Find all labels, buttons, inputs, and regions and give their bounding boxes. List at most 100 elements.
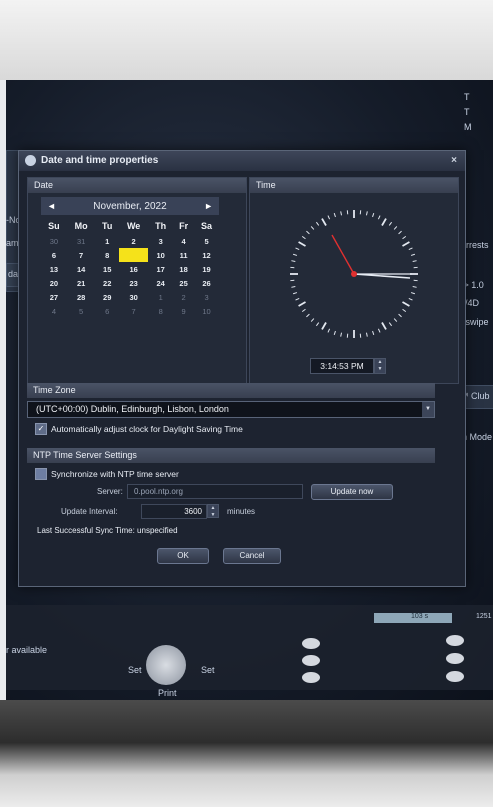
calendar-grid: Su Mo Tu We Th Fr Sa 30 31 1 2 3 4 5 6 7… [41,218,219,318]
interval-spinner[interactable]: ▲ ▼ [207,504,219,518]
close-icon[interactable]: × [451,151,457,171]
calendar-day[interactable]: 20 [41,276,67,290]
calendar-day[interactable]: 10 [148,248,173,262]
calendar-day[interactable]: 1 [148,290,173,304]
clock-tick [412,285,417,288]
calendar-day[interactable]: 28 [67,290,96,304]
weekday-label: Su [48,221,60,231]
round-button[interactable] [446,635,464,646]
gear-icon [25,155,36,166]
clock-tick [321,218,327,226]
clock-tick [295,247,300,251]
calendar: ◄ November, 2022 ► Su Mo Tu We Th Fr Sa [41,197,219,318]
calendar-day[interactable]: 11 [173,248,194,262]
update-now-button[interactable]: Update now [311,484,393,500]
time-zone-select[interactable]: (UTC+00:00) Dublin, Edinburgh, Lisbon, L… [27,401,435,418]
clock-tick [402,301,410,307]
calendar-day[interactable]: 1 [95,234,119,248]
time-spinner[interactable]: ▲ ▼ [374,358,386,374]
time-zone-heading: Time Zone [27,383,435,398]
calendar-day[interactable]: 10 [194,304,219,318]
interval-label: Update Interval: [61,507,118,516]
calendar-day[interactable]: 3 [194,290,219,304]
clock-tick [327,328,331,333]
time-input[interactable]: 3:14:53 PM [310,358,374,374]
interval-field[interactable]: 3600 [141,504,207,519]
calendar-day[interactable]: 8 [95,248,119,262]
weekday-label: Mo [74,221,88,231]
clock-tick [412,260,417,263]
calendar-day[interactable]: 17 [148,262,173,276]
ok-button[interactable]: OK [157,548,209,564]
calendar-day[interactable]: 18 [173,262,194,276]
dialog-title: Date and time properties [41,155,159,166]
calendar-day[interactable]: 13 [41,262,67,276]
clock-tick [310,318,315,322]
prev-month-icon[interactable]: ◄ [47,201,56,211]
calendar-day[interactable]: 5 [67,304,96,318]
round-button[interactable] [302,655,320,666]
round-button[interactable] [302,672,320,683]
calendar-day[interactable]: 30 [119,290,148,304]
ntp-pane: NTP Time Server Settings Synchronize wit… [27,448,435,568]
calendar-day[interactable]: 15 [95,262,119,276]
weekday-label: Th [155,221,167,231]
calendar-day[interactable]: 30 [41,234,67,248]
set-knob[interactable] [146,645,186,685]
round-button[interactable] [446,653,464,664]
calendar-day[interactable]: 6 [95,304,119,318]
clock-tick [340,332,343,337]
calendar-day[interactable]: 2 [119,234,148,248]
calendar-day[interactable]: 21 [67,276,96,290]
clock-tick [333,212,336,218]
dst-row[interactable]: ✓ Automatically adjust clock for Dayligh… [27,423,435,435]
server-field[interactable]: 0.pool.ntp.org [127,484,303,499]
clock-tick [292,253,298,256]
calendar-day[interactable]: 7 [67,248,96,262]
weekday-label: Sa [201,221,213,231]
calendar-day[interactable]: 3 [148,234,173,248]
ntp-sync-row[interactable]: Synchronize with NTP time server [27,468,435,480]
clock-tick [393,226,398,230]
round-button[interactable] [446,671,464,682]
calendar-day[interactable]: 2 [173,290,194,304]
calendar-day[interactable]: 8 [148,304,173,318]
clock-tick [327,215,331,220]
calendar-day[interactable]: 5 [194,234,219,248]
clock-tick [315,221,320,226]
clock-tick [315,322,320,327]
clock-tick [306,313,310,318]
calendar-day[interactable]: 7 [119,304,148,318]
dst-checkbox[interactable]: ✓ [35,423,47,435]
progress-right-value: 1251 [476,613,492,620]
clock-tick [301,235,306,240]
bg-text: T [464,107,470,117]
calendar-day[interactable]: 23 [119,276,148,290]
hour-hand [353,273,411,279]
calendar-day[interactable]: 14 [67,262,96,276]
monitor-bottom-bezel [0,700,493,807]
calendar-day[interactable]: 19 [194,262,219,276]
ntp-heading: NTP Time Server Settings [27,448,435,463]
calendar-day[interactable]: 16 [119,262,148,276]
calendar-day[interactable]: 9 [173,304,194,318]
calendar-day[interactable]: 24 [148,276,173,290]
ntp-sync-checkbox[interactable] [35,468,47,480]
cancel-button[interactable]: Cancel [223,548,281,564]
calendar-day[interactable]: 4 [173,234,194,248]
next-month-icon[interactable]: ► [204,201,213,211]
calendar-day[interactable]: 27 [41,290,67,304]
calendar-day[interactable]: 29 [95,290,119,304]
round-button[interactable] [302,638,320,649]
calendar-day[interactable]: 26 [194,276,219,290]
calendar-day[interactable]: 22 [95,276,119,290]
calendar-day[interactable]: 31 [67,234,96,248]
chevron-down-icon[interactable]: ▼ [422,402,434,417]
calendar-day-selected[interactable]: 9 [118,248,149,262]
calendar-day[interactable]: 12 [194,248,219,262]
calendar-day[interactable]: 25 [173,276,194,290]
clock-tick [333,330,336,336]
calendar-day[interactable]: 6 [41,248,67,262]
date-section-heading: Date [28,178,246,193]
calendar-day[interactable]: 4 [41,304,67,318]
